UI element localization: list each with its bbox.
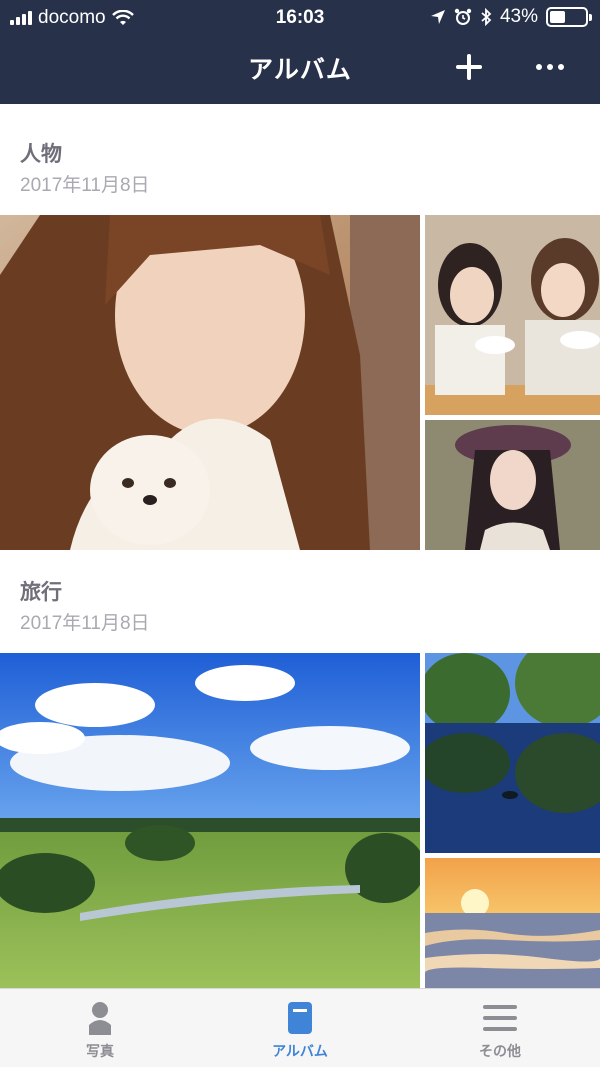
album-icon	[288, 1002, 312, 1034]
app-header: docomo 16:03 43% アルバム	[0, 0, 600, 104]
photo-girl-with-hat[interactable]	[425, 420, 600, 550]
tab-albums-label: アルバム	[272, 1043, 328, 1059]
photo-blue-sky-meadow[interactable]	[0, 653, 420, 988]
location-arrow-icon	[430, 10, 445, 24]
album-date-people: 2017年11月8日	[20, 175, 150, 196]
status-right: 43%	[430, 6, 592, 28]
tab-more-label: その他	[479, 1043, 521, 1059]
album-title-people[interactable]: 人物	[20, 138, 62, 168]
add-album-button[interactable]	[452, 50, 486, 84]
alarm-icon	[454, 8, 472, 25]
page-title: アルバム	[248, 56, 352, 84]
tab-photos-label: 写真	[86, 1043, 114, 1059]
album-title-travel[interactable]: 旅行	[20, 576, 62, 606]
tab-more[interactable]: その他	[400, 989, 600, 1067]
photo-pond-reflection[interactable]	[425, 653, 600, 853]
album-date-travel: 2017年11月8日	[20, 613, 150, 634]
photo-portrait-girl-with-dog[interactable]	[0, 215, 420, 550]
tab-bar: 写真 アルバム その他	[0, 988, 600, 1067]
nav-bar: アルバム	[0, 36, 600, 104]
tab-albums[interactable]: アルバム	[200, 989, 400, 1067]
more-icon[interactable]	[536, 64, 564, 70]
battery-percent: 43%	[499, 6, 538, 27]
battery-icon	[546, 7, 592, 27]
photo-sunset-sea[interactable]	[425, 858, 600, 988]
battery-fill	[550, 11, 565, 23]
tab-photos[interactable]: 写真	[0, 989, 200, 1067]
status-bar: docomo 16:03 43%	[0, 0, 600, 36]
person-icon	[89, 1002, 111, 1035]
photo-two-girls-eating[interactable]	[425, 215, 600, 415]
menu-icon	[483, 1005, 517, 1031]
bluetooth-icon	[481, 8, 492, 26]
